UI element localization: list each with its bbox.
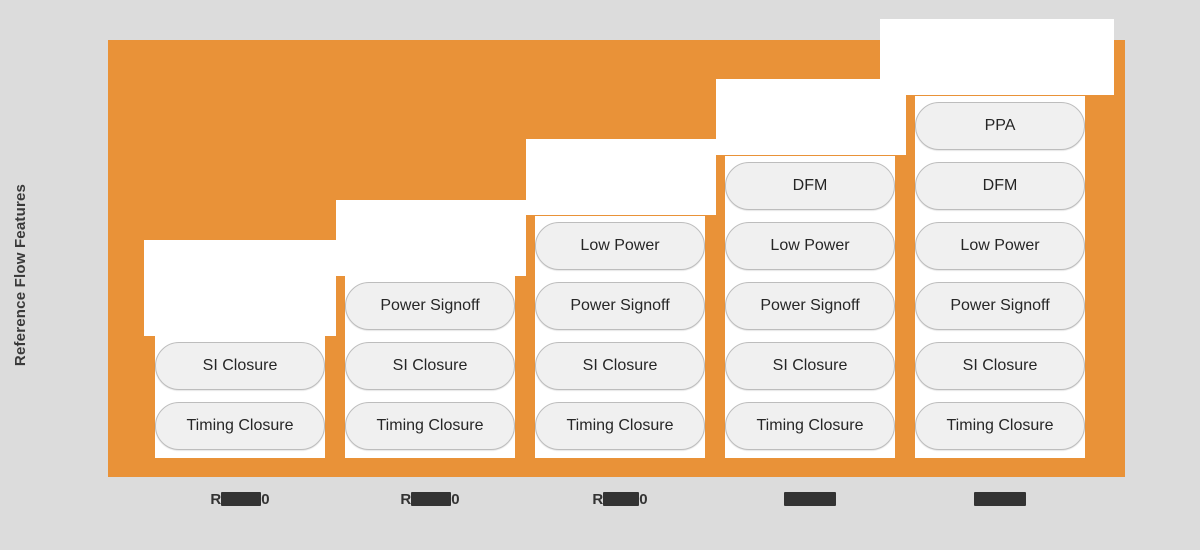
x-tick-redaction-2 <box>411 492 452 506</box>
step-block-4 <box>716 79 906 155</box>
x-tick-redaction-3 <box>603 492 640 506</box>
pill-si-closure[interactable]: SI Closure <box>155 342 325 390</box>
x-tick-label-3: R 0 <box>535 489 705 509</box>
pill-dfm[interactable]: DFM <box>915 162 1085 210</box>
pill-si-closure[interactable]: SI Closure <box>345 342 515 390</box>
pill-si-closure[interactable]: SI Closure <box>915 342 1085 390</box>
pill-low-power[interactable]: Low Power <box>915 222 1085 270</box>
x-tick-prefix-2: R <box>400 490 412 508</box>
step-block-5 <box>880 19 1114 95</box>
pill-timing-closure[interactable]: Timing Closure <box>535 402 705 450</box>
pill-si-closure[interactable]: SI Closure <box>725 342 895 390</box>
pill-power-signoff[interactable]: Power Signoff <box>725 282 895 330</box>
x-tick-suffix-3: 0 <box>639 490 648 508</box>
pill-ppa[interactable]: PPA <box>915 102 1085 150</box>
x-tick-suffix-1: 0 <box>261 490 270 508</box>
step-block-3 <box>526 139 716 215</box>
pill-timing-closure[interactable]: Timing Closure <box>345 402 515 450</box>
x-tick-redaction-1 <box>221 492 262 506</box>
pill-power-signoff[interactable]: Power Signoff <box>345 282 515 330</box>
y-axis-title: Reference Flow Features <box>0 0 40 550</box>
pill-low-power[interactable]: Low Power <box>535 222 705 270</box>
x-tick-label-1: R 0 <box>155 489 325 509</box>
x-tick-label-4 <box>725 489 895 509</box>
pill-timing-closure[interactable]: Timing Closure <box>155 402 325 450</box>
x-tick-prefix-1: R <box>210 490 222 508</box>
pill-timing-closure[interactable]: Timing Closure <box>915 402 1085 450</box>
y-axis-title-text: Reference Flow Features <box>11 183 29 367</box>
x-tick-label-5 <box>915 489 1085 509</box>
pill-dfm[interactable]: DFM <box>725 162 895 210</box>
x-tick-prefix-3: R <box>592 490 604 508</box>
chart-canvas: Reference Flow Features SI Closure Timin… <box>0 0 1200 550</box>
x-tick-redaction-5 <box>974 492 1026 506</box>
step-block-2 <box>336 200 526 276</box>
x-tick-redaction-4 <box>784 492 836 506</box>
pill-power-signoff[interactable]: Power Signoff <box>915 282 1085 330</box>
x-tick-suffix-2: 0 <box>451 490 460 508</box>
x-tick-label-2: R 0 <box>345 489 515 509</box>
pill-timing-closure[interactable]: Timing Closure <box>725 402 895 450</box>
step-block-1 <box>144 240 336 336</box>
pill-power-signoff[interactable]: Power Signoff <box>535 282 705 330</box>
pill-low-power[interactable]: Low Power <box>725 222 895 270</box>
pill-si-closure[interactable]: SI Closure <box>535 342 705 390</box>
